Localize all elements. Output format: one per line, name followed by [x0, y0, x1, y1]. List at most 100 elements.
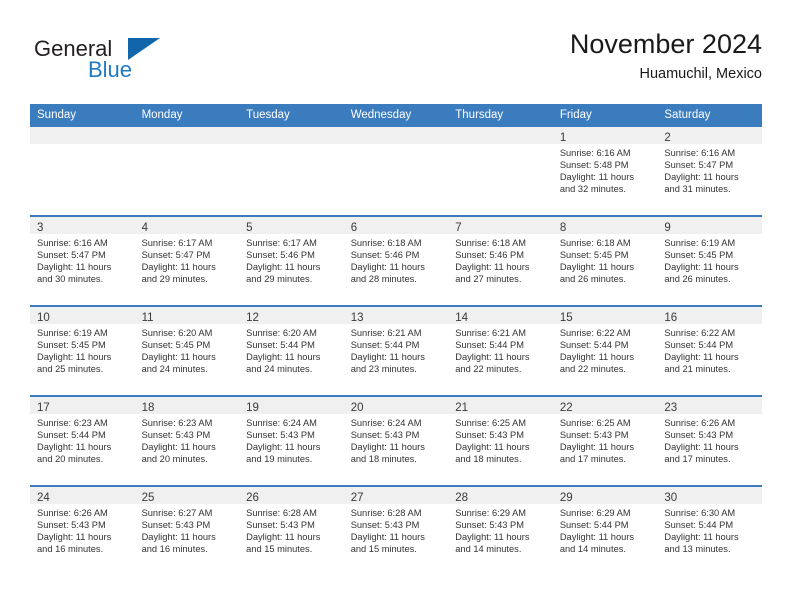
- day-cell-empty-inner: [134, 127, 240, 215]
- sunset-text: Sunset: 5:43 PM: [455, 519, 524, 530]
- sunrise-text: Sunrise: 6:18 AM: [455, 238, 527, 248]
- day-cell: 25 Sunrise: 6:27 AM Sunset: 5:43 PM Dayligh…: [134, 485, 240, 575]
- day-number-strip: 20: [343, 397, 449, 414]
- sunrise-text: Sunrise: 6:28 AM: [246, 508, 317, 518]
- day-cell: 7 Sunrise: 6:18 AM Sunset: 5:46 PM Daylight…: [448, 215, 553, 306]
- day-info: Sunrise: 6:23 AM Sunset: 5:43 PM Daylight:…: [135, 414, 240, 466]
- day-cell-inner[interactable]: 5 Sunrise: 6:17 AM Sunset: 5:46 PM Daylight…: [239, 217, 344, 305]
- day-cell-inner[interactable]: 26 Sunrise: 6:28 AM Sunset: 5:43 PM Dayligh…: [239, 487, 344, 575]
- day-cell: 8 Sunrise: 6:18 AM Sunset: 5:45 PM Daylight…: [552, 215, 658, 306]
- sunset-text: Sunset: 5:43 PM: [246, 519, 315, 530]
- day-cell-inner[interactable]: 23 Sunrise: 6:26 AM Sunset: 5:43 PM Dayligh…: [657, 397, 762, 485]
- day-number: 1: [559, 132, 567, 144]
- day-cell-inner[interactable]: 12 Sunrise: 6:20 AM Sunset: 5:44 PM Dayligh…: [239, 307, 344, 395]
- daylight-text-line1: Daylight: 11 hours: [559, 441, 635, 452]
- day-cell-inner[interactable]: 9 Sunrise: 6:19 AM Sunset: 5:45 PM Daylight…: [657, 217, 762, 305]
- day-cell-inner[interactable]: 3 Sunrise: 6:16 AM Sunset: 5:47 PM Daylight…: [30, 217, 135, 305]
- sunrise-text: Sunrise: 6:16 AM: [37, 238, 108, 248]
- day-cell-inner[interactable]: 24 Sunrise: 6:26 AM Sunset: 5:43 PM Dayligh…: [30, 487, 135, 575]
- calendar-week-row: 24 Sunrise: 6:26 AM Sunset: 5:43 PM Dayligh…: [30, 485, 762, 575]
- sunset-text: Sunset: 5:44 PM: [664, 519, 734, 530]
- day-cell-inner[interactable]: 15 Sunrise: 6:22 AM Sunset: 5:44 PM Dayligh…: [552, 307, 658, 395]
- day-number: 10: [37, 312, 50, 324]
- day-cell-inner[interactable]: 6 Sunrise: 6:18 AM Sunset: 5:46 PM Daylight…: [343, 217, 449, 305]
- day-cell-inner[interactable]: 7 Sunrise: 6:18 AM Sunset: 5:46 PM Daylight…: [448, 217, 553, 305]
- day-cell: 30 Sunrise: 6:30 AM Sunset: 5:44 PM Dayligh…: [657, 485, 762, 575]
- day-cell-inner[interactable]: 20 Sunrise: 6:24 AM Sunset: 5:43 PM Dayligh…: [343, 397, 449, 485]
- daylight-text-line1: Daylight: 11 hours: [37, 351, 112, 362]
- day-number-strip: 7: [448, 217, 553, 234]
- day-number-strip: [134, 127, 240, 144]
- day-cell-inner[interactable]: 17 Sunrise: 6:23 AM Sunset: 5:44 PM Dayligh…: [30, 397, 135, 485]
- day-cell-inner[interactable]: 21 Sunrise: 6:25 AM Sunset: 5:43 PM Dayligh…: [448, 397, 553, 485]
- sunrise-text: Sunrise: 6:17 AM: [246, 238, 317, 248]
- daylight-text-line2: and 18 minutes.: [350, 453, 417, 464]
- day-number-strip: 17: [30, 397, 135, 414]
- day-cell-inner[interactable]: 30 Sunrise: 6:30 AM Sunset: 5:44 PM Dayligh…: [657, 487, 762, 575]
- day-cell-inner[interactable]: 16 Sunrise: 6:22 AM Sunset: 5:44 PM Dayligh…: [657, 307, 762, 395]
- day-number: 19: [246, 402, 259, 414]
- daylight-text-line2: and 21 minutes.: [664, 363, 731, 374]
- daylight-text-line2: and 22 minutes.: [559, 363, 626, 374]
- day-cell-inner[interactable]: 8 Sunrise: 6:18 AM Sunset: 5:45 PM Daylight…: [552, 217, 658, 305]
- day-cell-inner[interactable]: 19 Sunrise: 6:24 AM Sunset: 5:43 PM Dayligh…: [239, 397, 344, 485]
- weekday-header-saturday: Saturday: [657, 104, 762, 126]
- calendar-page: General Blue November 2024 Huamuchil, Me…: [0, 0, 792, 612]
- day-cell: 13 Sunrise: 6:21 AM Sunset: 5:44 PM Dayligh…: [343, 305, 449, 396]
- daylight-text-line2: and 29 minutes.: [141, 273, 208, 284]
- calendar-grid: Sunday Monday Tuesday Wednesday Thursday…: [30, 104, 762, 575]
- sunrise-text: Sunrise: 6:21 AM: [455, 328, 527, 338]
- sunset-text: Sunset: 5:44 PM: [559, 519, 629, 530]
- day-number: 9: [664, 222, 671, 234]
- daylight-text-line2: and 20 minutes.: [37, 453, 104, 464]
- day-number: 7: [455, 222, 462, 234]
- day-cell-inner[interactable]: 11 Sunrise: 6:20 AM Sunset: 5:45 PM Dayligh…: [134, 307, 240, 395]
- daylight-text-line2: and 32 minutes.: [559, 183, 626, 194]
- day-cell-inner[interactable]: 28 Sunrise: 6:29 AM Sunset: 5:43 PM Dayligh…: [448, 487, 553, 575]
- sunrise-text: Sunrise: 6:22 AM: [664, 328, 736, 338]
- daylight-text-line2: and 31 minutes.: [664, 183, 731, 194]
- day-info: Sunrise: 6:28 AM Sunset: 5:43 PM Daylight:…: [239, 504, 344, 556]
- day-cell-inner[interactable]: 13 Sunrise: 6:21 AM Sunset: 5:44 PM Dayligh…: [343, 307, 449, 395]
- daylight-text-line2: and 19 minutes.: [246, 453, 313, 464]
- sunrise-text: Sunrise: 6:21 AM: [350, 328, 422, 338]
- daylight-text-line2: and 16 minutes.: [37, 543, 104, 554]
- day-cell-inner[interactable]: 4 Sunrise: 6:17 AM Sunset: 5:47 PM Daylight…: [134, 217, 240, 305]
- day-number: 15: [559, 312, 573, 324]
- sunset-text: Sunset: 5:45 PM: [141, 339, 211, 350]
- day-cell-inner[interactable]: 22 Sunrise: 6:25 AM Sunset: 5:43 PM Dayligh…: [552, 397, 658, 485]
- day-number-strip: 4: [134, 217, 240, 234]
- sunrise-text: Sunrise: 6:20 AM: [141, 328, 213, 338]
- day-number-strip: 11: [134, 307, 240, 324]
- day-cell-inner[interactable]: 10 Sunrise: 6:19 AM Sunset: 5:45 PM Dayligh…: [30, 307, 135, 395]
- sunset-text: Sunset: 5:45 PM: [664, 249, 734, 260]
- daylight-text-line2: and 17 minutes.: [664, 453, 731, 464]
- calendar-week-row: 17 Sunrise: 6:23 AM Sunset: 5:44 PM Dayligh…: [30, 395, 762, 486]
- daylight-text-line1: Daylight: 11 hours: [559, 171, 635, 182]
- day-cell-inner[interactable]: 18 Sunrise: 6:23 AM Sunset: 5:43 PM Dayligh…: [134, 397, 240, 485]
- day-cell-inner[interactable]: 27 Sunrise: 6:28 AM Sunset: 5:43 PM Dayligh…: [343, 487, 449, 575]
- sunrise-text: Sunrise: 6:23 AM: [37, 418, 108, 428]
- day-cell-inner[interactable]: 14 Sunrise: 6:21 AM Sunset: 5:44 PM Dayligh…: [448, 307, 553, 395]
- day-number-strip: 23: [657, 397, 762, 414]
- day-cell-inner[interactable]: 1 Sunrise: 6:16 AM Sunset: 5:48 PM Daylight…: [552, 127, 658, 215]
- day-number: 12: [246, 312, 259, 324]
- day-cell: 10 Sunrise: 6:19 AM Sunset: 5:45 PM Dayligh…: [30, 305, 135, 396]
- day-info: Sunrise: 6:18 AM Sunset: 5:45 PM Daylight:…: [553, 234, 658, 286]
- day-cell: 4 Sunrise: 6:17 AM Sunset: 5:47 PM Daylight…: [134, 215, 240, 306]
- daylight-text-line1: Daylight: 11 hours: [559, 261, 635, 272]
- day-info: Sunrise: 6:18 AM Sunset: 5:46 PM Daylight:…: [448, 234, 553, 286]
- sunset-text: Sunset: 5:45 PM: [559, 249, 629, 260]
- general-blue-logo[interactable]: General Blue: [30, 36, 230, 94]
- day-cell-inner[interactable]: 29 Sunrise: 6:29 AM Sunset: 5:44 PM Dayligh…: [552, 487, 658, 575]
- day-cell-inner[interactable]: 25 Sunrise: 6:27 AM Sunset: 5:43 PM Dayligh…: [134, 487, 240, 575]
- weekday-header-tuesday: Tuesday: [239, 104, 344, 126]
- day-number: 24: [37, 492, 50, 504]
- sunrise-text: Sunrise: 6:16 AM: [664, 148, 736, 158]
- day-info: Sunrise: 6:18 AM Sunset: 5:46 PM Daylight:…: [344, 234, 449, 286]
- day-cell-inner[interactable]: 2 Sunrise: 6:16 AM Sunset: 5:47 PM Daylight…: [657, 127, 762, 215]
- daylight-text-line1: Daylight: 11 hours: [664, 441, 739, 452]
- day-cell: 5 Sunrise: 6:17 AM Sunset: 5:46 PM Daylight…: [239, 215, 344, 306]
- day-number-strip: 9: [657, 217, 762, 234]
- day-info: Sunrise: 6:20 AM Sunset: 5:45 PM Daylight:…: [135, 324, 240, 376]
